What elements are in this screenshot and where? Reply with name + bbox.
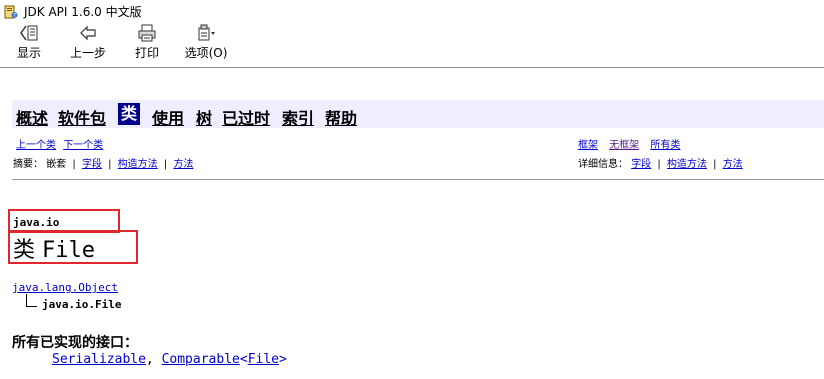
- class-highlight-box: [8, 230, 138, 264]
- nav-tree[interactable]: 树: [196, 105, 212, 129]
- no-frames-link[interactable]: 无框架: [609, 140, 639, 151]
- print-button[interactable]: 打印: [132, 24, 162, 64]
- interfaces-heading: 所有已实现的接口：: [12, 335, 138, 351]
- class-pager: 上一个类 下一个类: [16, 136, 103, 151]
- prev-class-link[interactable]: 上一个类: [16, 140, 56, 151]
- parent-class-link[interactable]: java.lang.Object: [12, 281, 118, 294]
- options-menu-icon: [184, 24, 228, 42]
- generic-open: <: [239, 352, 248, 367]
- detail-constructor-link[interactable]: 构造方法: [667, 159, 707, 170]
- summary-nested: 嵌套: [46, 159, 67, 170]
- window-title: JDK API 1.6.0 中文版: [24, 5, 142, 19]
- doc-content: 概述 软件包 类 使用 树 已过时 索引 帮助 上一个类 下一个类 摘要： 嵌套…: [0, 68, 824, 379]
- summary-field-link[interactable]: 字段: [82, 159, 102, 170]
- show-label: 显示: [16, 46, 41, 60]
- options-button[interactable]: 选项(O): [184, 24, 228, 64]
- serializable-link[interactable]: Serializable: [52, 352, 146, 367]
- interfaces-list: Serializable, Comparable<File>: [52, 352, 287, 367]
- frame-links: 框架 无框架 所有类: [578, 136, 680, 151]
- window-titlebar: ? JDK API 1.6.0 中文版: [0, 0, 824, 22]
- separator: |: [72, 159, 76, 170]
- next-class-link[interactable]: 下一个类: [63, 140, 103, 151]
- print-label: 打印: [134, 46, 159, 60]
- top-navbar: 概述 软件包 类 使用 树 已过时 索引 帮助: [12, 100, 824, 128]
- help-toolbar: 显示 上一步 打印 选项(O): [0, 22, 824, 68]
- back-label: 上一步: [69, 46, 106, 60]
- summary-method-link[interactable]: 方法: [173, 159, 193, 170]
- nav-overview[interactable]: 概述: [16, 105, 48, 129]
- options-label: 选项(O): [184, 46, 228, 60]
- inheritance-connector: [26, 294, 37, 307]
- summary-links: 摘要： 嵌套 | 字段 | 构造方法 | 方法: [13, 155, 193, 170]
- summary-label: 摘要：: [13, 159, 43, 170]
- show-button[interactable]: 显示: [14, 24, 44, 64]
- frames-link[interactable]: 框架: [578, 140, 598, 151]
- comma: ,: [145, 352, 162, 367]
- separator: |: [713, 159, 717, 170]
- detail-method-link[interactable]: 方法: [723, 159, 743, 170]
- nav-use[interactable]: 使用: [152, 105, 184, 129]
- detail-label: 详细信息：: [578, 159, 628, 170]
- nav-help[interactable]: 帮助: [325, 105, 357, 129]
- svg-text:?: ?: [13, 13, 16, 19]
- detail-field-link[interactable]: 字段: [631, 159, 651, 170]
- separator: |: [657, 159, 661, 170]
- nav-deprecated[interactable]: 已过时: [222, 105, 270, 129]
- back-button[interactable]: 上一步: [68, 24, 108, 64]
- separator: |: [163, 159, 168, 170]
- file-type-link[interactable]: File: [248, 352, 279, 367]
- current-class-name: java.io.File: [42, 298, 122, 311]
- nav-index[interactable]: 索引: [282, 105, 314, 129]
- comparable-link[interactable]: Comparable: [162, 352, 240, 367]
- separator: |: [108, 159, 112, 170]
- show-pane-icon: [14, 24, 44, 42]
- divider: [12, 179, 824, 180]
- printer-icon: [132, 24, 162, 42]
- nav-package[interactable]: 软件包: [58, 105, 106, 129]
- nav-class-active: 类: [118, 103, 141, 125]
- all-classes-link[interactable]: 所有类: [650, 140, 680, 151]
- detail-links: 详细信息： 字段 | 构造方法 | 方法: [578, 155, 743, 170]
- back-arrow-icon: [68, 24, 108, 42]
- generic-close: >: [279, 352, 287, 367]
- help-book-icon: ?: [4, 4, 18, 19]
- summary-constructor-link[interactable]: 构造方法: [118, 159, 158, 170]
